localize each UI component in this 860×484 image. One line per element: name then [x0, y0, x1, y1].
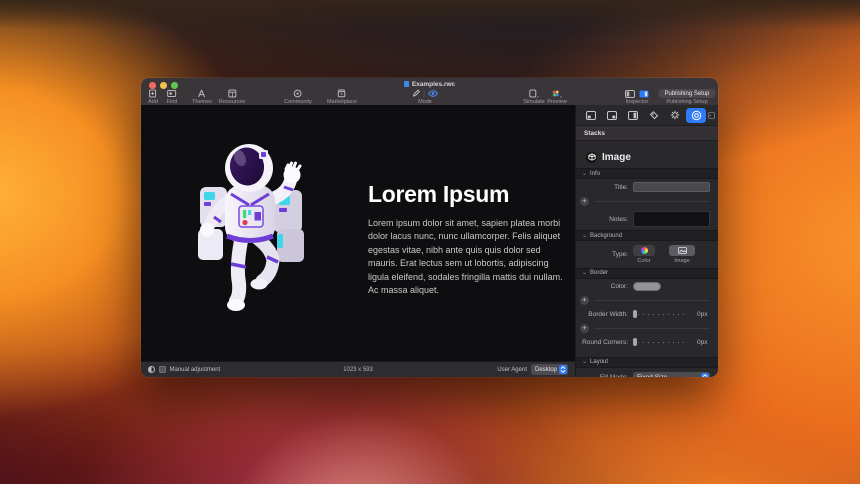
- publishing-setup-button[interactable]: Publishing Setup: [658, 89, 716, 98]
- fill-mode-value: Fixed Size: [637, 373, 668, 378]
- tab-page-layout-3[interactable]: [623, 108, 643, 123]
- divider: [594, 299, 710, 301]
- app-window: Examples.rwc Add Find Themes Resources C…: [141, 78, 718, 377]
- inspector-tabs: [576, 105, 718, 126]
- background-image-button[interactable]: [669, 245, 695, 256]
- image-stack-cube-icon: [586, 151, 597, 163]
- image-caption: Image: [674, 257, 690, 264]
- slider-ticks: [638, 341, 687, 343]
- preview-mode-eye-icon[interactable]: [427, 89, 439, 98]
- chevron-down-icon: ⌄: [582, 232, 588, 239]
- border-width-label: Border Width:: [588, 310, 628, 318]
- marketplace-icon: [338, 89, 347, 98]
- window-title-text: Examples.rwc: [411, 80, 456, 88]
- type-label: Type:: [612, 250, 628, 258]
- slider-ticks: [638, 313, 687, 315]
- toolbar-preview[interactable]: Preview: [547, 89, 567, 105]
- toolbar-find[interactable]: Find: [167, 89, 177, 105]
- mode-divider: [423, 89, 425, 98]
- chevron-down-icon: ⌄: [582, 170, 588, 177]
- add-control-row: +: [576, 195, 718, 208]
- add-icon: [148, 89, 157, 98]
- fill-mode-label: Fill Mode:: [599, 373, 628, 378]
- tab-partial-clipped[interactable]: [708, 108, 715, 123]
- title-input[interactable]: [633, 182, 710, 192]
- tab-tags[interactable]: [644, 108, 664, 123]
- border-color-well[interactable]: [633, 281, 661, 291]
- page-preview-canvas[interactable]: Lorem Ipsum Lorem ipsum dolor sit amet, …: [141, 105, 575, 361]
- window-header: Examples.rwc Add Find Themes Resources C…: [141, 78, 718, 105]
- slider-thumb[interactable]: [633, 338, 637, 346]
- border-width-value: 0px: [697, 310, 708, 318]
- toolbar-themes[interactable]: Themes: [192, 89, 212, 105]
- inspector-right-segment-icon[interactable]: [639, 89, 649, 98]
- themes-icon: [198, 89, 207, 98]
- toolbar-publishing-setup: Publishing Setup Publishing Setup: [658, 89, 716, 105]
- round-corners-slider[interactable]: [633, 338, 689, 347]
- color-wheel-icon: [640, 247, 648, 254]
- add-button[interactable]: +: [580, 323, 589, 333]
- toolbar-add[interactable]: Add: [148, 89, 158, 105]
- canvas-dimensions: 1023 x 593: [343, 366, 373, 373]
- tab-page-layout-2[interactable]: [602, 108, 622, 123]
- toolbar-inspector: Inspector: [625, 89, 649, 105]
- toolbar-marketplace[interactable]: Marketplace: [327, 89, 357, 105]
- resources-icon: [227, 89, 236, 98]
- page-heading: Lorem Ipsum: [368, 181, 510, 207]
- section-header-layout[interactable]: ⌄ Layout: [576, 356, 718, 368]
- round-corners-value: 0px: [697, 338, 708, 346]
- stack-name: Image: [602, 151, 631, 163]
- chevron-down-icon: ⌄: [582, 270, 588, 276]
- background-color-button[interactable]: [633, 245, 655, 256]
- simulate-icon: [529, 89, 540, 98]
- add-button[interactable]: +: [580, 196, 589, 206]
- edit-mode-pencil-icon[interactable]: [412, 89, 421, 98]
- window-title: Examples.rwc: [141, 81, 718, 88]
- toolbar-simulate[interactable]: Simulate: [523, 89, 545, 105]
- section-header-border[interactable]: ⌄ Border: [576, 267, 718, 279]
- add-control-row: +: [576, 322, 718, 335]
- border-color-label: Color:: [610, 282, 628, 290]
- document-icon: [403, 80, 409, 88]
- photo-icon: [677, 247, 687, 254]
- dropdown-stepper-icon: [701, 372, 709, 377]
- page-paragraph: Lorem ipsum dolor sit amet, sapien plate…: [368, 218, 563, 296]
- inspector-sidebar: Stacks Image ⌄ Info Title: + Notes: ⌄ Ba…: [576, 105, 718, 377]
- panel-title-bar: Stacks: [576, 126, 718, 141]
- tab-stacks-selected[interactable]: [686, 107, 706, 123]
- fill-mode-dropdown[interactable]: Fixed Size: [633, 371, 710, 378]
- preview-icon: [552, 89, 563, 98]
- astronaut-illustration: [198, 144, 304, 311]
- toolbar-resources[interactable]: Resources: [219, 89, 245, 105]
- border-width-slider[interactable]: [633, 310, 689, 319]
- toolbar-mode: Mode: [412, 89, 439, 105]
- slider-thumb[interactable]: [633, 310, 637, 318]
- tab-settings-gear[interactable]: [665, 108, 685, 123]
- add-button[interactable]: +: [580, 295, 589, 305]
- notes-input[interactable]: [633, 211, 710, 227]
- desktop-wallpaper: { "window": { "title": "Examples.rwc" },…: [0, 0, 860, 484]
- toolbar-community[interactable]: Community: [284, 89, 312, 105]
- panel-title-text: Stacks: [584, 129, 605, 137]
- title-label: Title:: [614, 183, 628, 191]
- divider: [594, 201, 710, 202]
- section-header-info[interactable]: ⌄ Info: [576, 168, 718, 179]
- stack-header: Image: [576, 146, 718, 168]
- color-caption: Color: [637, 257, 651, 264]
- tab-page-layout-1[interactable]: [581, 108, 601, 123]
- round-corners-label: Round Corners:: [582, 338, 628, 346]
- status-bar: Manual adjustment 1023 x 593 User Agent …: [141, 361, 575, 377]
- notes-label: Notes:: [609, 215, 628, 223]
- chevron-down-icon: ⌄: [582, 359, 588, 365]
- add-control-row: +: [576, 294, 718, 307]
- inspector-left-segment-icon[interactable]: [625, 89, 635, 98]
- divider: [594, 327, 710, 329]
- section-header-background[interactable]: ⌄ Background: [576, 230, 718, 241]
- community-icon: [294, 89, 303, 98]
- page-text-block: Lorem Ipsum Lorem ipsum dolor sit amet, …: [368, 181, 568, 297]
- find-icon: [167, 89, 177, 98]
